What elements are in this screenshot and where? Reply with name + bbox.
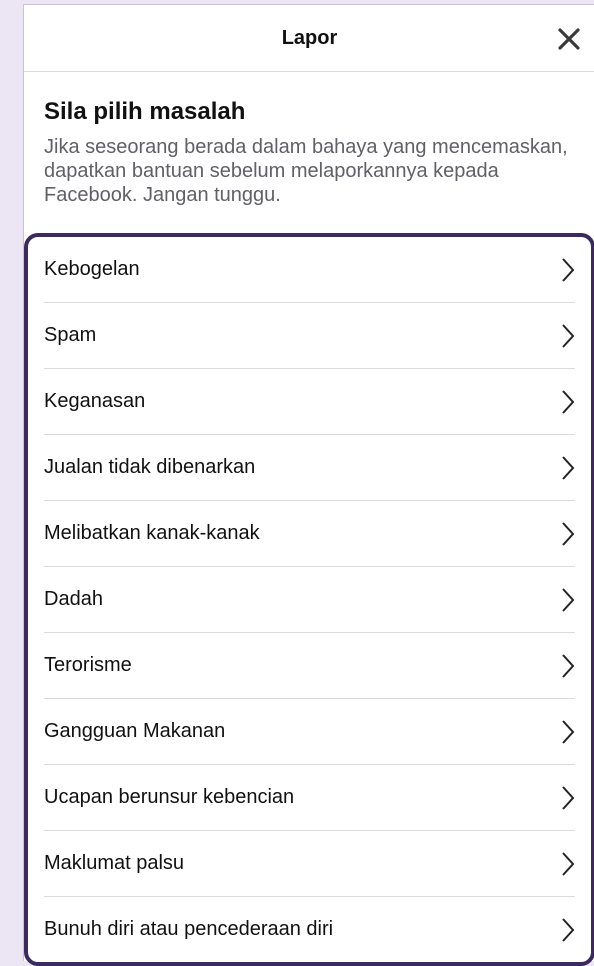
problem-item-spam[interactable]: Spam — [44, 303, 575, 369]
problem-item-ucapan-berunsur-kebencian[interactable]: Ucapan berunsur kebencian — [44, 765, 575, 831]
problem-item-bunuh-diri[interactable]: Bunuh diri atau pencederaan diri — [44, 897, 575, 962]
problem-label: Ucapan berunsur kebencian — [44, 786, 295, 808]
dialog-title: Lapor — [281, 27, 338, 49]
chevron-right-icon — [562, 390, 575, 414]
problem-label: Spam — [44, 324, 97, 346]
dialog-header: Lapor — [24, 5, 594, 72]
problem-label: Terorisme — [44, 654, 132, 676]
intro-title: Sila pilih masalah — [44, 98, 246, 125]
problem-label: Dadah — [44, 588, 103, 610]
close-icon — [558, 28, 580, 50]
problem-item-gangguan-makanan[interactable]: Gangguan Makanan — [44, 699, 575, 765]
chevron-right-icon — [562, 720, 575, 744]
problem-label: Gangguan Makanan — [44, 720, 226, 742]
chevron-right-icon — [562, 654, 575, 678]
chevron-right-icon — [562, 588, 575, 612]
problem-label: Jualan tidak dibenarkan — [44, 456, 256, 478]
chevron-right-icon — [562, 786, 575, 810]
problem-label: Keganasan — [44, 390, 146, 412]
problem-item-melibatkan-kanak-kanak[interactable]: Melibatkan kanak-kanak — [44, 501, 575, 567]
problem-label: Kebogelan — [44, 258, 140, 280]
intro-description: Jika seseorang berada dalam bahaya yang … — [44, 136, 568, 206]
problem-label: Bunuh diri atau pencederaan diri — [44, 918, 334, 940]
intro-section: Sila pilih masalah Jika seseorang berada… — [44, 97, 574, 207]
chevron-right-icon — [562, 918, 575, 942]
problem-item-kebogelan[interactable]: Kebogelan — [44, 237, 575, 303]
chevron-right-icon — [562, 258, 575, 282]
problem-label: Maklumat palsu — [44, 852, 185, 874]
problem-item-maklumat-palsu[interactable]: Maklumat palsu — [44, 831, 575, 897]
report-dialog: Lapor Sila pilih masalah Jika seseorang … — [23, 4, 594, 966]
chevron-right-icon — [562, 324, 575, 348]
problem-item-terorisme[interactable]: Terorisme — [44, 633, 575, 699]
problem-item-keganasan[interactable]: Keganasan — [44, 369, 575, 435]
chevron-right-icon — [562, 852, 575, 876]
problem-item-jualan-tidak-dibenarkan[interactable]: Jualan tidak dibenarkan — [44, 435, 575, 501]
problem-label: Melibatkan kanak-kanak — [44, 522, 260, 544]
chevron-right-icon — [562, 456, 575, 480]
problem-list: Kebogelan Spam Keganasan Jualan tidak di… — [24, 233, 594, 966]
problem-item-dadah[interactable]: Dadah — [44, 567, 575, 633]
chevron-right-icon — [562, 522, 575, 546]
close-button[interactable] — [555, 25, 583, 53]
